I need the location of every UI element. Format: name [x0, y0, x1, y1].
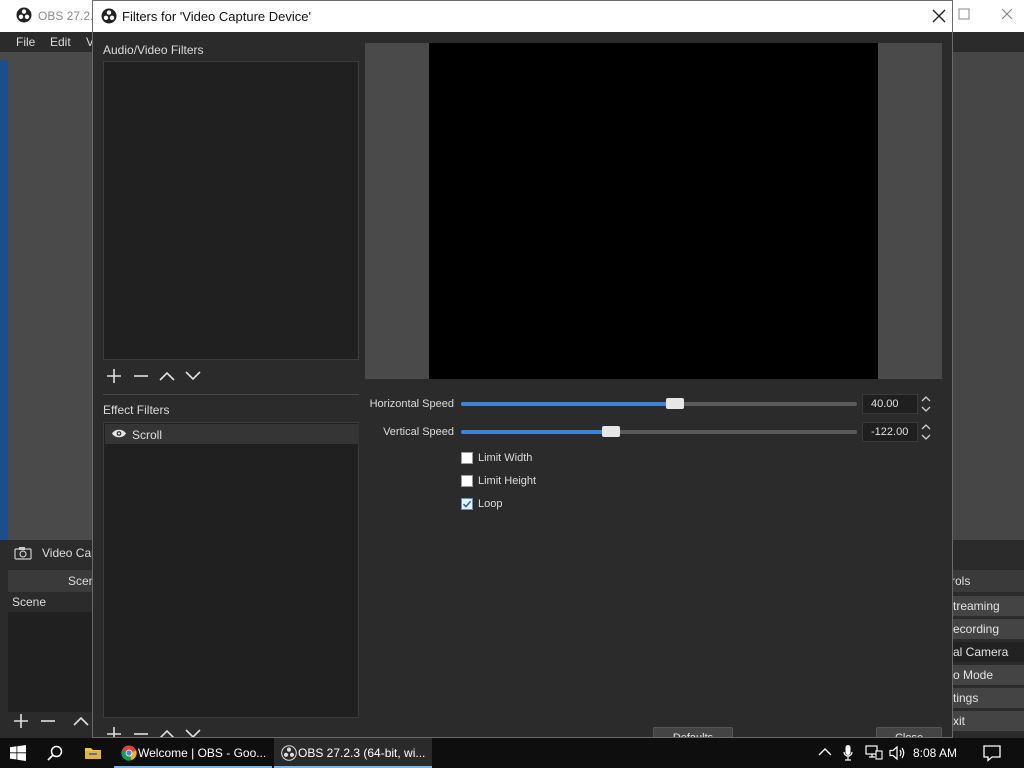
remove-filter-icon[interactable] [132, 367, 150, 385]
taskbar-item-chrome[interactable]: Welcome | OBS - Goo... [114, 738, 272, 768]
horizontal-speed-slider[interactable] [461, 398, 857, 409]
scenes-dock: Scen Scene [8, 570, 95, 736]
network-icon[interactable] [865, 745, 883, 761]
defaults-button[interactable]: Defaults [653, 727, 733, 737]
start-recording-button[interactable]: ecording [949, 619, 1024, 639]
av-filters-list[interactable] [103, 61, 359, 360]
taskbar: Welcome | OBS - Goo... OBS 27.2.3 (64-bi… [0, 738, 1024, 768]
exit-button[interactable]: xit [949, 711, 1024, 731]
windows-start-icon[interactable] [10, 745, 26, 761]
filters-dialog: Filters for 'Video Capture Device' Audio… [92, 0, 953, 738]
add-scene-icon[interactable] [12, 712, 30, 730]
move-down-icon[interactable] [184, 367, 202, 385]
checkbox-box[interactable] [461, 452, 473, 464]
notifications-icon[interactable] [983, 744, 1001, 762]
settings-button[interactable]: tings [949, 688, 1024, 708]
add-filter-icon[interactable] [105, 367, 123, 385]
remove-scene-icon[interactable] [39, 712, 57, 730]
slider-fill [461, 402, 675, 406]
filter-preview [365, 43, 942, 379]
slider-handle[interactable] [666, 398, 684, 409]
spin-arrows-icon[interactable] [919, 422, 933, 442]
close-button[interactable]: Close [876, 727, 942, 737]
move-up-icon[interactable] [158, 367, 176, 385]
vertical-speed-label: Vertical Speed [383, 426, 454, 438]
menu-edit[interactable]: Edit [50, 35, 71, 49]
controls-header: rols [951, 570, 1024, 592]
volume-icon[interactable] [889, 745, 907, 761]
panel-divider [103, 394, 359, 395]
close-icon[interactable] [1000, 7, 1014, 21]
dialog-titlebar: Filters for 'Video Capture Device' [93, 1, 952, 32]
obs-main-title: OBS 27.2.3 [38, 9, 101, 23]
checkbox-label: Limit Height [478, 475, 537, 487]
maximize-icon[interactable] [958, 8, 970, 20]
scenes-list: Scene [8, 592, 92, 712]
checkbox-box[interactable] [461, 475, 473, 487]
move-up-icon[interactable] [72, 712, 90, 730]
obs-preview-edge [0, 60, 8, 540]
obs-logo-icon [101, 8, 117, 24]
close-icon[interactable] [931, 8, 947, 24]
slider-fill [461, 430, 611, 434]
taskbar-item-label: Welcome | OBS - Goo... [138, 746, 267, 760]
remove-filter-icon[interactable] [132, 725, 150, 737]
horizontal-speed-label: Horizontal Speed [369, 398, 454, 410]
add-filter-icon[interactable] [105, 725, 123, 737]
controls-dock: rols treaming ecording al Camera o Mode … [949, 570, 1024, 736]
checkbox-box[interactable] [461, 498, 473, 510]
dialog-title: Filters for 'Video Capture Device' [122, 9, 311, 24]
checkbox-label: Loop [478, 498, 503, 510]
av-filters-label: Audio/Video Filters [103, 43, 204, 57]
chrome-icon [121, 745, 137, 761]
move-down-icon[interactable] [184, 725, 202, 737]
obs-preview-right [953, 52, 1024, 540]
search-icon[interactable] [47, 745, 63, 761]
taskbar-item-obs[interactable]: OBS 27.2.3 (64-bit, wi... [274, 738, 432, 768]
studio-mode-button[interactable]: o Mode [949, 665, 1024, 685]
taskbar-clock[interactable]: 8:08 AM [913, 746, 957, 760]
horizontal-speed-input[interactable]: 40.00 [862, 394, 918, 414]
eye-icon[interactable] [111, 428, 127, 439]
chevron-up-icon[interactable] [818, 747, 832, 757]
menu-file[interactable]: File [16, 35, 35, 49]
taskbar-item-label: OBS 27.2.3 (64-bit, wi... [298, 746, 426, 760]
obs-icon [281, 745, 297, 761]
file-explorer-icon[interactable] [84, 745, 102, 761]
checkbox-label: Limit Width [478, 452, 533, 464]
controls-title: rols [951, 574, 971, 588]
spin-arrows-icon[interactable] [919, 394, 933, 414]
scenes-header: Scen [8, 570, 95, 592]
obs-logo-icon [16, 7, 32, 23]
filter-name: Scroll [132, 428, 163, 442]
effect-filters-label: Effect Filters [103, 403, 170, 417]
camera-icon [14, 546, 32, 560]
checkmark-icon [462, 500, 472, 508]
slider-handle[interactable] [602, 426, 620, 437]
preview-canvas [429, 43, 878, 379]
start-streaming-button[interactable]: treaming [949, 596, 1024, 616]
move-up-icon[interactable] [158, 725, 176, 737]
microphone-icon[interactable] [843, 744, 853, 762]
vertical-speed-input[interactable]: -122.00 [862, 422, 918, 442]
virtual-camera-button[interactable]: al Camera [949, 642, 1024, 662]
effect-filters-list[interactable]: Scroll [103, 422, 359, 718]
vertical-speed-slider[interactable] [461, 426, 857, 437]
scene-item[interactable]: Scene [8, 592, 92, 612]
